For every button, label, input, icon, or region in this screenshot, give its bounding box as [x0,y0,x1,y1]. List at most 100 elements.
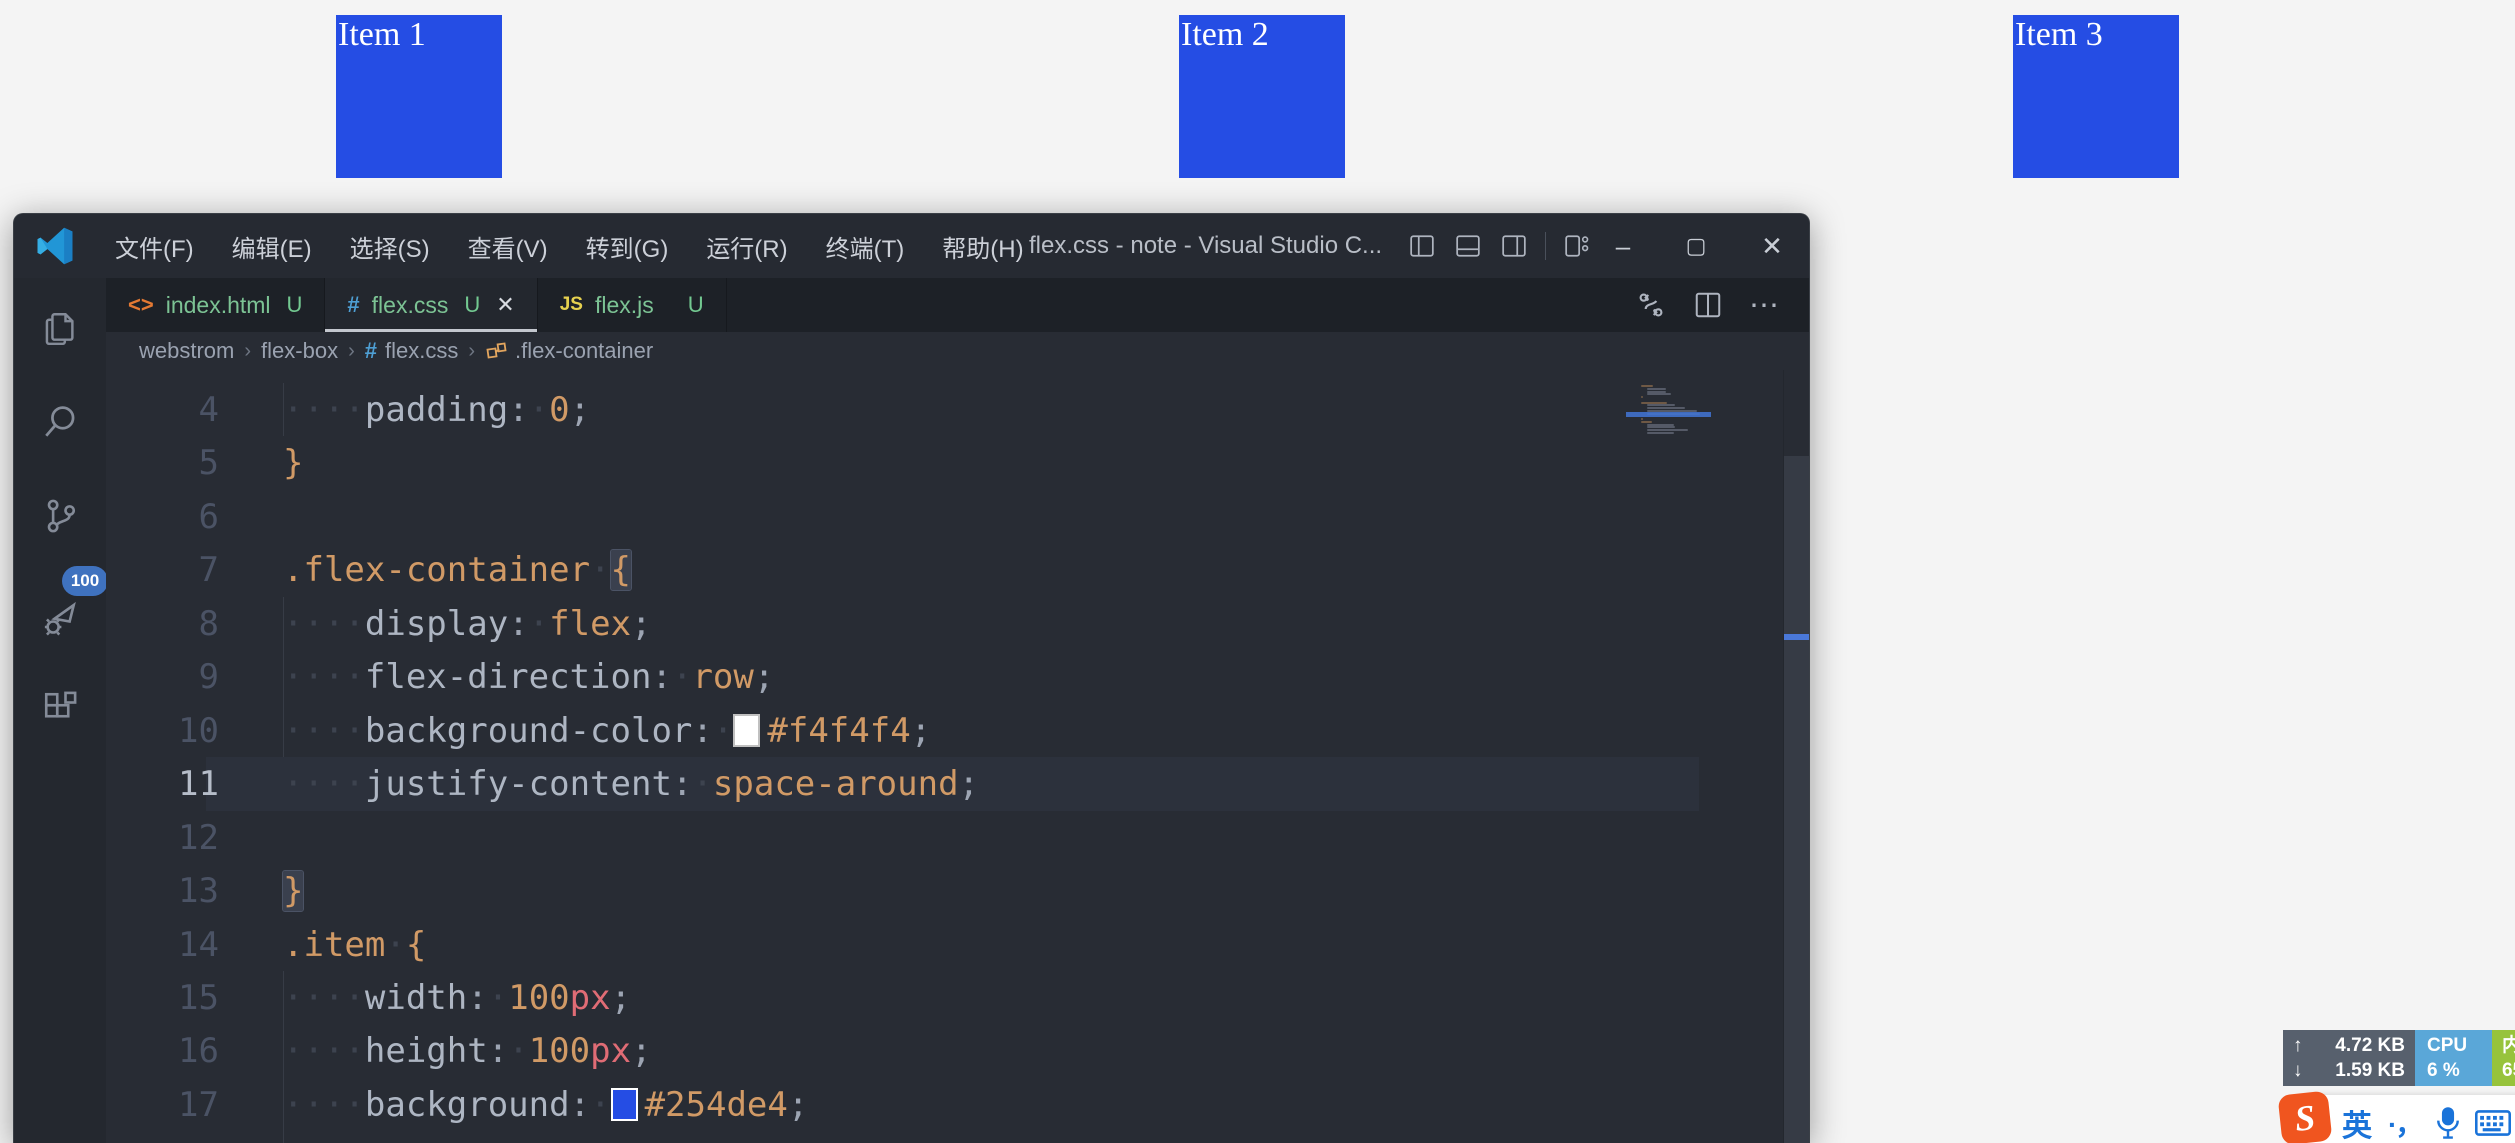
code-token: : [692,711,712,751]
code-token: width [365,978,467,1018]
tab-close-icon[interactable]: ✕ [496,292,514,318]
desktop: Item 1 Item 2 Item 3 文件(F) 编辑(E) 选择(S) 查… [0,0,2515,1143]
code-token: · [713,711,733,751]
microphone-icon[interactable] [2433,1106,2463,1140]
menubar: 文件(F) 编辑(E) 选择(S) 查看(V) 转到(G) 运行(R) 终端(T… [96,221,1043,272]
layout-controls [1399,214,1600,278]
menu-file[interactable]: 文件(F) [96,221,213,272]
breadcrumb-folder[interactable]: flex-box [261,338,338,364]
breadcrumb-folder[interactable]: webstrom [139,338,234,364]
code-token: ; [631,1031,651,1071]
line-number: 9 [114,650,219,704]
vscode-window: 文件(F) 编辑(E) 选择(S) 查看(V) 转到(G) 运行(R) 终端(T… [13,213,1810,1143]
code-token: · [508,1138,528,1143]
code-line-12[interactable] [106,811,1809,865]
ime-language-mode[interactable]: 英 [2342,1101,2372,1143]
line-number: 16 [114,1024,219,1078]
code-token: flex-direction [365,657,652,697]
code-token: ···· [283,657,365,697]
code-line-5[interactable] [106,436,1809,490]
line-number: 15 [114,971,219,1025]
code-token: ···· [283,764,365,804]
color-swatch[interactable] [611,1088,638,1121]
ime-punctuation-icon[interactable]: ·， [2388,1103,2421,1143]
tab-flex.js[interactable]: JSflex.jsU [538,278,727,332]
code-token: · [672,657,692,697]
code-token: margin [365,1138,488,1143]
code-token: 0 [549,390,569,430]
code-token: · [692,764,712,804]
tab-flex.css[interactable]: #flex.cssU✕ [325,278,537,332]
sogou-logo-icon[interactable]: S [2278,1091,2333,1143]
code-token: height [365,1031,488,1071]
run-debug-icon[interactable] [14,584,106,648]
upload-speed: 4.72 KB [2335,1033,2405,1058]
code-token: · [488,978,508,1018]
menu-view[interactable]: 查看(V) [449,221,567,272]
class-symbol-icon [485,339,509,363]
extensions-icon[interactable] [14,676,106,740]
vscode-logo-icon [36,227,74,265]
customize-layout-icon[interactable] [1564,233,1590,259]
code-token: · [385,925,405,965]
code-token: ; [911,711,931,751]
tab-label: flex.js [595,292,654,319]
menu-run[interactable]: 运行(R) [687,221,806,272]
code-token: background-color [365,711,693,751]
css-file-icon: # [365,338,377,364]
explorer-icon[interactable] [14,296,106,360]
line-number: 12 [114,811,219,865]
code-token: : [488,1138,508,1143]
code-token: ···· [283,604,365,644]
source-control-icon[interactable] [14,484,106,548]
minimize-button[interactable]: – [1592,214,1654,278]
menu-terminal[interactable]: 终端(T) [807,221,924,272]
code-token: px [590,1031,631,1071]
menu-edit[interactable]: 编辑(E) [213,221,331,272]
code-token: } [283,443,303,483]
more-actions-icon[interactable]: ⋯ [1749,288,1781,323]
menu-selection[interactable]: 选择(S) [331,221,449,272]
close-button[interactable]: ✕ [1741,214,1803,278]
code-token: px [570,1138,611,1143]
code-line-13[interactable] [106,864,1809,918]
search-icon[interactable] [14,390,106,454]
flex-item-label: Item 2 [1179,15,1345,53]
flex-item-3: Item 3 [2013,15,2179,178]
menu-goto[interactable]: 转到(G) [567,221,688,272]
code-token: : [467,978,487,1018]
keyboard-icon[interactable] [2475,1108,2511,1138]
color-swatch[interactable] [733,714,760,747]
git-untracked-badge: U [464,292,480,318]
breadcrumb-symbol[interactable]: .flex-container [515,338,653,364]
maximize-button[interactable]: ▢ [1665,214,1727,278]
code-token: 100 [529,1031,590,1071]
window-title: flex.css - note - Visual Studio C... [1029,214,1409,278]
code-token: } [283,871,303,911]
menu-help[interactable]: 帮助(H) [923,221,1042,272]
code-token: ···· [283,1085,365,1125]
code-token: ···· [283,711,365,751]
toggle-sidebar-icon[interactable] [1409,233,1435,259]
code-token: · [529,390,549,430]
line-number: 11 [114,757,219,811]
code-editor[interactable]: 4····padding:·0;5}67.flex-container·{8··… [106,370,1809,1143]
code-token: row [692,657,753,697]
code-token: · [590,550,610,590]
line-number: 4 [114,383,219,437]
git-untracked-badge: U [688,292,704,318]
titlebar-separator [1545,232,1546,260]
code-token: : [570,1085,590,1125]
code-token: : [672,764,692,804]
tab-index.html[interactable]: <>index.htmlU [106,278,325,332]
system-monitor-widgets: ↑4.72 KB ↓1.59 KB CPU 6 % 内存 65 [2283,1030,2515,1086]
breadcrumb-file[interactable]: flex.css [385,338,458,364]
code-token: 100 [508,978,569,1018]
code-line-6[interactable] [106,490,1809,544]
split-editor-icon[interactable] [1693,290,1723,320]
toggle-secondary-sidebar-icon[interactable] [1501,233,1527,259]
open-changes-icon[interactable] [1635,289,1667,321]
toggle-panel-icon[interactable] [1455,233,1481,259]
memory-panel: 内存 65 [2492,1030,2515,1086]
code-token: ; [570,390,590,430]
